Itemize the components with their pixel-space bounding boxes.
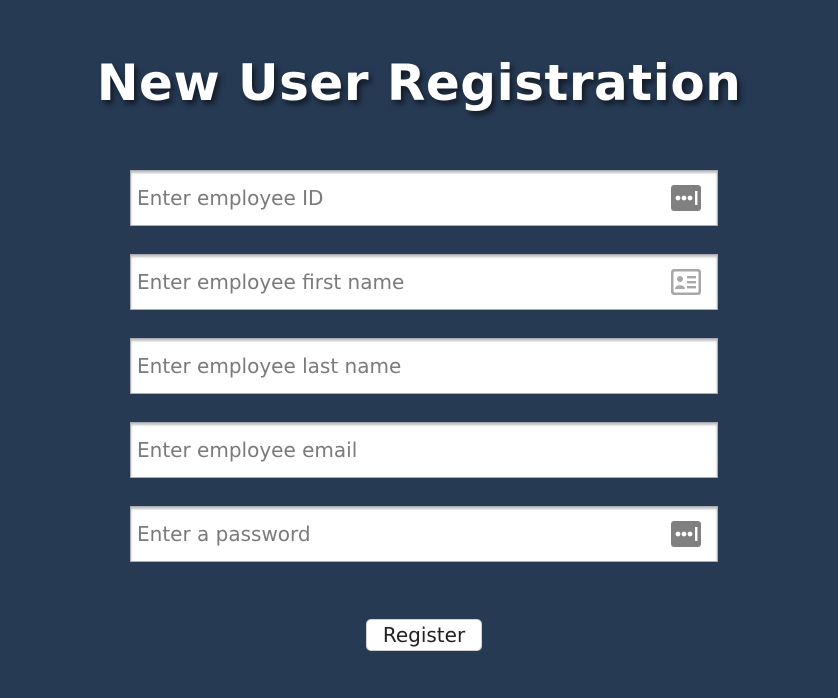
- first-name-field[interactable]: [130, 254, 718, 310]
- first-name-input[interactable]: [131, 255, 717, 309]
- last-name-input[interactable]: [131, 339, 717, 393]
- page-title: New User Registration: [96, 54, 742, 112]
- contact-card-icon[interactable]: [671, 269, 701, 295]
- register-button[interactable]: Register: [366, 619, 482, 651]
- password-field[interactable]: [130, 506, 718, 562]
- password-input[interactable]: [131, 507, 717, 561]
- email-field[interactable]: [130, 422, 718, 478]
- email-input[interactable]: [131, 423, 717, 477]
- last-name-field[interactable]: [130, 338, 718, 394]
- employee-id-field[interactable]: [130, 170, 718, 226]
- password-dots-icon[interactable]: [671, 185, 701, 211]
- employee-id-input[interactable]: [131, 171, 717, 225]
- password-dots-icon[interactable]: [671, 521, 701, 547]
